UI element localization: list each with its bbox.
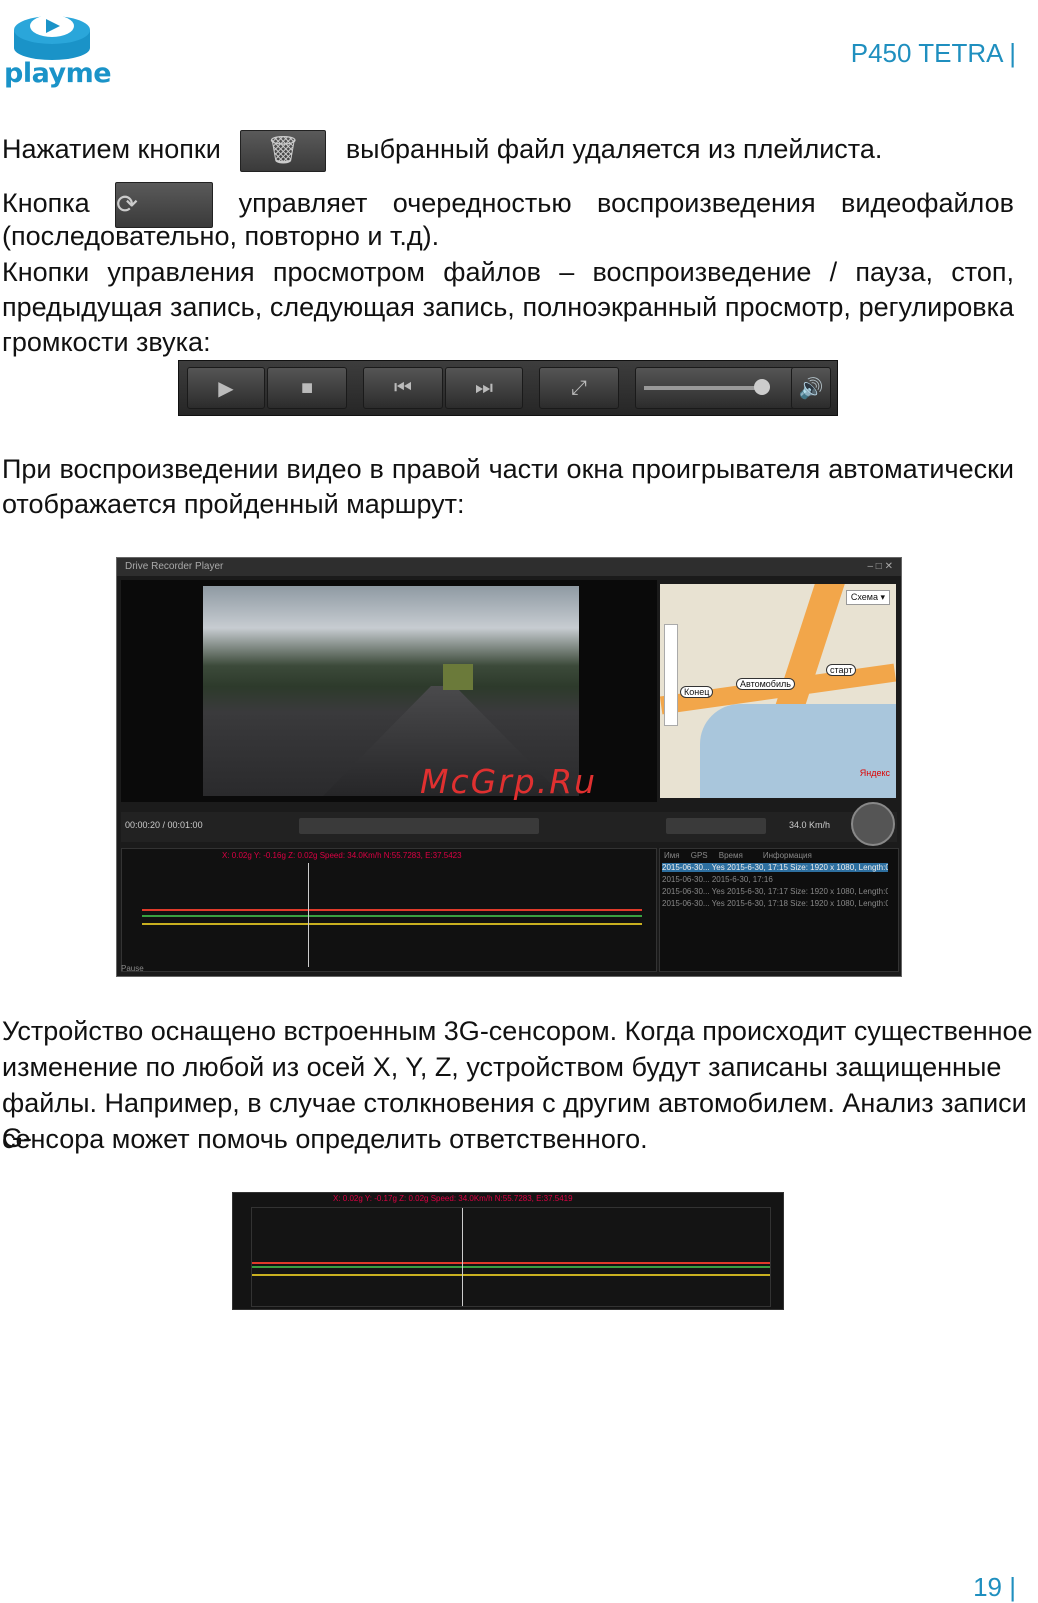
file-list: Имя GPS Время Информация 2015-06-30... Y… bbox=[659, 848, 899, 972]
text: предыдущая запись, следующая запись, пол… bbox=[2, 292, 1014, 322]
status-text: Pause bbox=[121, 964, 144, 973]
list-item: 2015-06-30... Yes 2015-6-30, 17:17 Size:… bbox=[662, 887, 888, 896]
compass-icon bbox=[851, 802, 895, 846]
gsensor-graph-large: X: 0.02g Y: -0.17g Z: 0.02g Speed: 34.0K… bbox=[232, 1192, 784, 1310]
text: управляет очередностью воспроизведения в… bbox=[238, 188, 1014, 219]
speed-display: 34.0 Km/h bbox=[789, 820, 831, 830]
playback-buttons bbox=[299, 818, 539, 834]
text: сенсора может помочь определить ответств… bbox=[2, 1124, 648, 1154]
watermark: McGrp.Ru bbox=[420, 762, 598, 801]
text: громкости звука: bbox=[2, 327, 211, 357]
fullscreen-icon: ⤢ bbox=[539, 367, 619, 409]
map-start-label: старт bbox=[826, 664, 857, 676]
model-title: P450 TETRA | bbox=[850, 38, 1016, 68]
player-title: Drive Recorder Player bbox=[125, 561, 224, 572]
map-logo: Яндекс bbox=[859, 768, 890, 778]
route-map: Схема ▾ старт Конец Автомобиль Яндекс bbox=[660, 584, 896, 798]
file-buttons bbox=[666, 818, 766, 834]
map-car-label: Автомобиль bbox=[736, 678, 795, 690]
speaker-icon: 🔊 bbox=[791, 367, 831, 409]
text: Кнопка bbox=[2, 188, 90, 219]
gsensor-graph: X: 0.02g Y: -0.16g Z: 0.02g Speed: 34.0K… bbox=[121, 848, 657, 972]
paragraph-delete: Нажатием кнопки 🗑 выбранный файл удаляет… bbox=[2, 130, 882, 172]
control-bar-image: ▶ ■ ⏮ ⏭ ⤢ 🔊 bbox=[178, 360, 838, 416]
text: Кнопки управления просмотром файлов – во… bbox=[2, 257, 1014, 287]
map-scheme-select: Схема ▾ bbox=[845, 590, 890, 605]
volume-slider bbox=[635, 367, 795, 409]
previous-icon: ⏮ bbox=[363, 367, 443, 409]
list-item: 2015-06-30... Yes 2015-6-30, 17:18 Size:… bbox=[662, 899, 888, 908]
map-zoom-slider bbox=[664, 624, 678, 726]
page-number: 19 | bbox=[973, 1572, 1016, 1602]
map-end-label: Конец bbox=[680, 686, 714, 698]
logo-text: playme bbox=[4, 58, 112, 89]
graph-header: X: 0.02g Y: -0.17g Z: 0.02g Speed: 34.0K… bbox=[333, 1194, 573, 1203]
player-titlebar: Drive Recorder Player – □ ✕ bbox=[117, 558, 901, 576]
graph-plot-area bbox=[251, 1207, 771, 1307]
text: При воспроизведении видео в правой части… bbox=[2, 454, 1014, 484]
play-icon: ▶ bbox=[187, 367, 265, 409]
window-controls-icon: – □ ✕ bbox=[867, 561, 893, 572]
list-item: 2015-06-30... 2015-6-30, 17:16 bbox=[662, 875, 773, 884]
list-header: Имя GPS Время Информация bbox=[664, 851, 812, 860]
time-display: 00:00:20 / 00:01:00 bbox=[125, 820, 203, 830]
graph-header: X: 0.02g Y: -0.16g Z: 0.02g Speed: 34.0K… bbox=[222, 851, 462, 860]
next-icon: ⏭ bbox=[445, 367, 523, 409]
text: выбранный файл удаляется из плейлиста. bbox=[345, 134, 883, 165]
trash-button-icon: 🗑 bbox=[240, 130, 327, 172]
player-control-bar: 00:00:20 / 00:01:00 34.0 Km/h bbox=[121, 802, 897, 846]
text: Нажатием кнопки bbox=[2, 134, 221, 165]
list-item: 2015-06-30... Yes 2015-6-30, 17:15 Size:… bbox=[662, 863, 888, 872]
text: (последовательно, повторно и т.д). bbox=[2, 221, 440, 251]
truck-shape bbox=[443, 664, 473, 690]
text: отображается пройденный маршрут: bbox=[2, 489, 465, 519]
text: Устройство оснащено встроенным 3G-сенсор… bbox=[2, 1016, 1033, 1046]
stop-icon: ■ bbox=[267, 367, 347, 409]
text: изменение по любой из осей X, Y, Z, устр… bbox=[2, 1052, 1002, 1082]
